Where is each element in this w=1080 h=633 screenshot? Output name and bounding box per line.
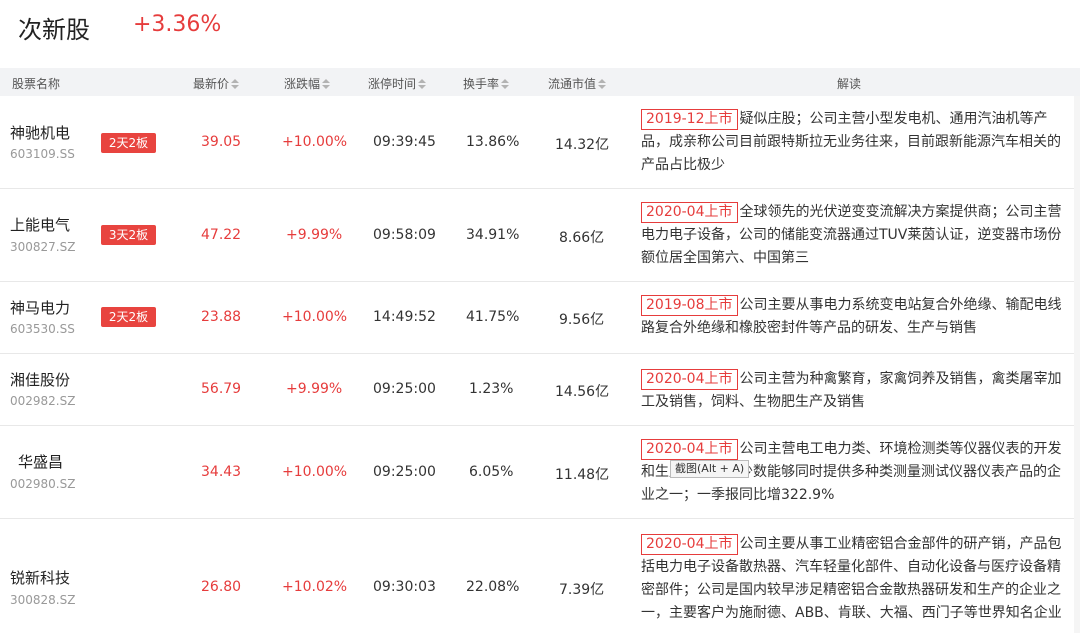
sort-icon	[598, 79, 607, 90]
stock-name[interactable]: 神驰机电	[10, 122, 70, 143]
float-market-cap: 14.56亿	[555, 384, 610, 400]
limit-up-time: 09:58:09	[373, 227, 436, 243]
listing-date-tag: 2020-04上市	[641, 534, 738, 555]
latest-price: 23.88	[201, 309, 242, 325]
turnover-rate: 34.91%	[466, 227, 520, 243]
limit-up-badge: 2天2板	[101, 307, 156, 327]
col-turnover[interactable]: 换手率	[463, 75, 510, 92]
pct-change: +9.99%	[286, 227, 343, 243]
latest-price: 47.22	[201, 227, 242, 243]
col-mcap[interactable]: 流通市值	[548, 75, 607, 92]
col-limit-time[interactable]: 涨停时间	[368, 75, 427, 92]
stock-code: 603109.SS	[10, 147, 75, 161]
table-row[interactable]: 湘佳股份 002982.SZ 56.79 +9.99% 09:25:00 1.2…	[0, 354, 1080, 426]
limit-up-time: 09:25:00	[373, 381, 436, 397]
listing-date-tag: 2019-08上市	[641, 295, 738, 316]
limit-up-time: 14:49:52	[373, 309, 436, 325]
col-pct-label: 涨跌幅	[284, 77, 321, 91]
page-header: 次新股 +3.36%	[0, 0, 1080, 68]
turnover-rate: 41.75%	[466, 309, 520, 325]
stock-name[interactable]: 湘佳股份	[10, 369, 70, 390]
col-mcap-label: 流通市值	[548, 77, 597, 91]
col-desc: 解读	[837, 77, 862, 91]
limit-up-time: 09:30:03	[373, 579, 436, 595]
float-market-cap: 9.56亿	[559, 312, 605, 328]
table-row[interactable]: 华盛昌 002980.SZ 34.43 +10.00% 09:25:00 6.0…	[0, 426, 1080, 519]
stock-code: 300828.SZ	[10, 593, 76, 607]
table-row[interactable]: 神驰机电 603109.SS 2天2板 39.05 +10.00% 09:39:…	[0, 96, 1080, 189]
pct-change: +10.00%	[282, 309, 348, 325]
float-market-cap: 7.39亿	[559, 582, 605, 598]
sort-icon	[231, 79, 240, 90]
col-pct[interactable]: 涨跌幅	[284, 75, 331, 92]
table-row[interactable]: 神马电力 603530.SS 2天2板 23.88 +10.00% 14:49:…	[0, 282, 1080, 354]
float-market-cap: 11.48亿	[555, 467, 610, 483]
stock-code: 002980.SZ	[10, 477, 76, 491]
stock-analysis: 2020-04上市 公司主要从事工业精密铝合金部件的研产销，产品包括电力电子设备散…	[641, 533, 1063, 625]
stock-name[interactable]: 上能电气	[10, 214, 70, 235]
pct-change: +9.99%	[286, 381, 343, 397]
pct-change: +10.00%	[282, 134, 348, 150]
latest-price: 26.80	[201, 579, 242, 595]
col-price[interactable]: 最新价	[193, 75, 240, 92]
col-turnover-label: 换手率	[463, 77, 500, 91]
turnover-rate: 22.08%	[466, 579, 520, 595]
col-price-label: 最新价	[193, 77, 230, 91]
pct-change: +10.02%	[282, 579, 348, 595]
table-row[interactable]: 锐新科技 300828.SZ 26.80 +10.02% 09:30:03 22…	[0, 519, 1080, 633]
listing-date-tag: 2020-04上市	[641, 369, 738, 390]
sector-change: +3.36%	[133, 12, 222, 37]
limit-up-badge: 2天2板	[101, 133, 156, 153]
stock-analysis: 2020-04上市 公司主营为种禽繁育，家禽饲养及销售，禽类屠宰加工及销售，饲料、…	[641, 368, 1063, 414]
latest-price: 56.79	[201, 381, 242, 397]
table-row[interactable]: 上能电气 300827.SZ 3天2板 47.22 +9.99% 09:58:0…	[0, 189, 1080, 282]
stock-analysis: 2019-08上市 公司主要从事电力系统变电站复合外绝缘、输配电线路复合外绝缘和橡…	[641, 294, 1063, 340]
pct-change: +10.00%	[282, 464, 348, 480]
listing-date-tag: 2020-04上市	[641, 202, 738, 223]
table-header: 股票名称 最新价 涨跌幅 涨停时间 换手率 流通市值 解读	[0, 68, 1080, 96]
limit-up-time: 09:25:00	[373, 464, 436, 480]
stock-code: 603530.SS	[10, 322, 75, 336]
latest-price: 34.43	[201, 464, 242, 480]
float-market-cap: 8.66亿	[559, 230, 605, 246]
limit-up-badge: 3天2板	[101, 225, 156, 245]
stock-analysis: 2020-04上市 全球领先的光伏逆变变流解决方案提供商；公司主营电力电子设备，公…	[641, 201, 1063, 270]
col-name[interactable]: 股票名称	[12, 75, 60, 92]
stock-code: 300827.SZ	[10, 240, 76, 254]
float-market-cap: 14.32亿	[555, 137, 610, 153]
turnover-rate: 1.23%	[469, 381, 514, 397]
sort-icon	[501, 79, 510, 90]
listing-date-tag: 2019-12上市	[641, 109, 738, 130]
sort-icon	[418, 79, 427, 90]
listing-date-tag: 2020-04上市	[641, 439, 738, 460]
col-limit-time-label: 涨停时间	[368, 77, 417, 91]
scrollbar-track[interactable]	[1074, 96, 1080, 633]
stock-analysis: 2019-12上市 疑似庄股；公司主营小型发电机、通用汽油机等产品，成亲称公司目前…	[641, 108, 1063, 177]
stock-name[interactable]: 华盛昌	[18, 451, 63, 472]
stock-name[interactable]: 神马电力	[10, 297, 70, 318]
sort-icon	[322, 79, 331, 90]
stock-name[interactable]: 锐新科技	[10, 567, 70, 588]
limit-up-time: 09:39:45	[373, 134, 436, 150]
turnover-rate: 13.86%	[466, 134, 520, 150]
page-title: 次新股	[18, 16, 90, 44]
latest-price: 39.05	[201, 134, 242, 150]
screenshot-tooltip: 截图(Alt + A)	[670, 460, 750, 478]
turnover-rate: 6.05%	[469, 464, 514, 480]
stock-code: 002982.SZ	[10, 394, 76, 408]
